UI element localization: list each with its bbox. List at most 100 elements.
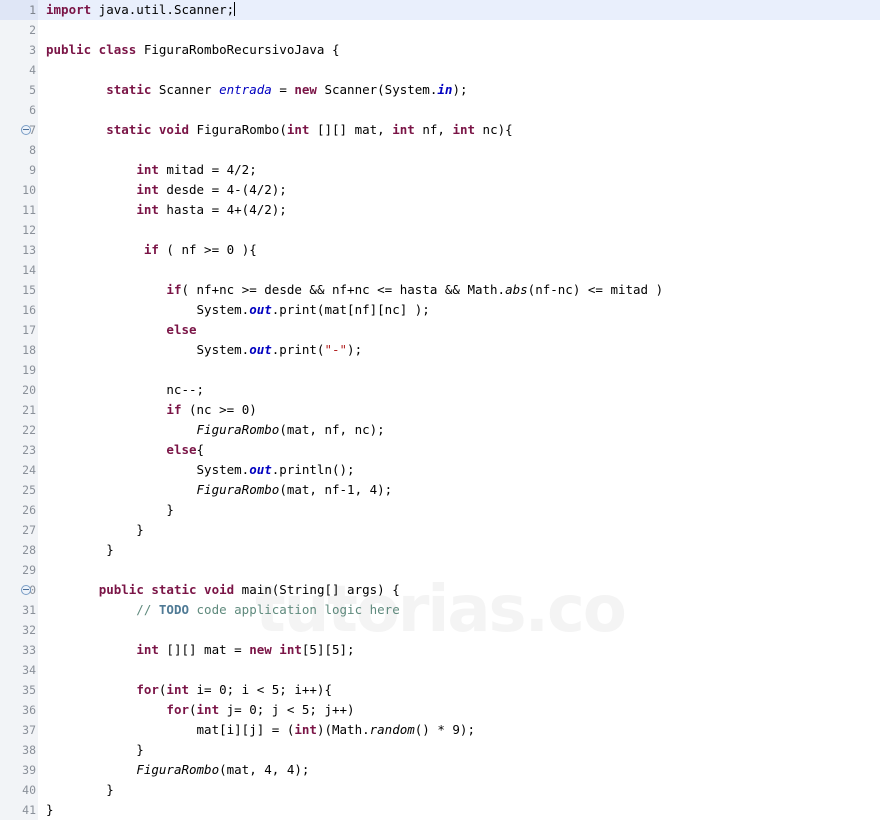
line-number: 28 bbox=[0, 540, 38, 560]
line-number: 34 bbox=[0, 660, 38, 680]
token-kw: else bbox=[166, 322, 197, 337]
code-line[interactable]: 37 mat[i][j] = (int)(Math.random() * 9); bbox=[0, 720, 880, 740]
token-stat: out bbox=[249, 462, 272, 477]
code-text: else bbox=[46, 320, 880, 340]
token-plain: FiguraRomboRecursivoJava { bbox=[136, 42, 340, 57]
line-number: 12 bbox=[0, 220, 38, 240]
collapse-minus-icon[interactable] bbox=[21, 585, 31, 595]
token-kw: import bbox=[46, 2, 92, 17]
code-line[interactable]: 16 System.out.print(mat[nf][nc] ); bbox=[0, 300, 880, 320]
line-number: 15 bbox=[0, 280, 38, 300]
code-editor[interactable]: tutorias.co 1 import java.util.Scanner; 2 3… bbox=[0, 0, 880, 820]
token-kw: public class bbox=[46, 42, 137, 57]
line-number: 36 bbox=[0, 700, 38, 720]
code-line[interactable]: 35 for(int i= 0; i < 5; i++){ bbox=[0, 680, 880, 700]
code-line[interactable]: 10 int desde = 4-(4/2); bbox=[0, 180, 880, 200]
code-line[interactable]: 8 bbox=[0, 140, 880, 160]
token-plain: mitad = 4/2; bbox=[158, 162, 257, 177]
token-plain: ( bbox=[189, 702, 197, 717]
token-mth: random bbox=[369, 722, 415, 737]
code-line[interactable]: 12 bbox=[0, 220, 880, 240]
token-plain: j= 0; j < 5; j++) bbox=[219, 702, 355, 717]
code-line[interactable]: 6 bbox=[0, 100, 880, 120]
line-number: 5 bbox=[0, 80, 38, 100]
code-text: FiguraRombo(mat, nf-1, 4); bbox=[46, 480, 880, 500]
token-plain: } bbox=[46, 522, 144, 537]
line-number: 21 bbox=[0, 400, 38, 420]
code-line[interactable]: 18 System.out.print("-"); bbox=[0, 340, 880, 360]
line-number: 19 bbox=[0, 360, 38, 380]
code-line[interactable]: 39 FiguraRombo(mat, 4, 4); bbox=[0, 760, 880, 780]
token-kw: int bbox=[392, 122, 415, 137]
code-line[interactable]: 17 else bbox=[0, 320, 880, 340]
code-text: } bbox=[46, 540, 880, 560]
token-plain: nf, bbox=[414, 122, 453, 137]
code-line[interactable]: 31 // TODO code application logic here bbox=[0, 600, 880, 620]
token-kw: new int bbox=[249, 642, 302, 657]
token-kw: int bbox=[136, 642, 159, 657]
line-number: 38 bbox=[0, 740, 38, 760]
line-number: 8 bbox=[0, 140, 38, 160]
code-line[interactable]: 29 bbox=[0, 560, 880, 580]
code-line[interactable]: 40 } bbox=[0, 780, 880, 800]
line-number: 7 bbox=[0, 120, 38, 140]
token-plain: nc){ bbox=[475, 122, 513, 137]
line-number: 3 bbox=[0, 40, 38, 60]
token-plain: ( nf+nc >= desde && nf+nc <= hasta && Ma… bbox=[181, 282, 506, 297]
token-plain: ( nf >= 0 ){ bbox=[158, 242, 257, 257]
line-number: 16 bbox=[0, 300, 38, 320]
code-line[interactable]: 38 } bbox=[0, 740, 880, 760]
token-plain: { bbox=[196, 442, 205, 457]
code-line[interactable]: 22 FiguraRombo(mat, nf, nc); bbox=[0, 420, 880, 440]
line-number: 11 bbox=[0, 200, 38, 220]
token-plain: System. bbox=[46, 342, 250, 357]
code-line[interactable]: 24 System.out.println(); bbox=[0, 460, 880, 480]
code-text: System.out.print(mat[nf][nc] ); bbox=[46, 300, 880, 320]
code-line[interactable]: 1 import java.util.Scanner; bbox=[0, 0, 880, 20]
token-plain: nc--; bbox=[46, 382, 205, 397]
code-text: } bbox=[46, 740, 880, 760]
code-line[interactable]: 4 bbox=[0, 60, 880, 80]
code-line[interactable]: 27 } bbox=[0, 520, 880, 540]
code-line[interactable]: 3 public class FiguraRomboRecursivoJava { bbox=[0, 40, 880, 60]
code-line[interactable]: 23 else{ bbox=[0, 440, 880, 460]
token-plain: System. bbox=[46, 462, 250, 477]
code-line[interactable]: 32 bbox=[0, 620, 880, 640]
code-line[interactable]: 2 bbox=[0, 20, 880, 40]
code-line[interactable]: 34 bbox=[0, 660, 880, 680]
line-number: 39 bbox=[0, 760, 38, 780]
token-kw: for bbox=[136, 682, 159, 697]
code-text: else{ bbox=[46, 440, 880, 460]
code-line[interactable]: 15 if( nf+nc >= desde && nf+nc <= hasta … bbox=[0, 280, 880, 300]
line-number: 29 bbox=[0, 560, 38, 580]
token-plain: ); bbox=[452, 82, 468, 97]
code-line[interactable]: 25 FiguraRombo(mat, nf-1, 4); bbox=[0, 480, 880, 500]
code-line[interactable]: 5 static Scanner entrada = new Scanner(S… bbox=[0, 80, 880, 100]
code-line[interactable]: 19 bbox=[0, 360, 880, 380]
code-line[interactable]: 14 bbox=[0, 260, 880, 280]
code-line[interactable]: 26 } bbox=[0, 500, 880, 520]
token-kw: int bbox=[452, 122, 476, 137]
code-line[interactable]: 11 int hasta = 4+(4/2); bbox=[0, 200, 880, 220]
code-line[interactable]: 21 if (nc >= 0) bbox=[0, 400, 880, 420]
code-line[interactable]: 28 } bbox=[0, 540, 880, 560]
code-text: mat[i][j] = (int)(Math.random() * 9); bbox=[46, 720, 880, 740]
code-text: int [][] mat = new int[5][5]; bbox=[46, 640, 880, 660]
collapse-minus-icon[interactable] bbox=[21, 125, 31, 135]
code-surface[interactable]: 1 import java.util.Scanner; 2 3 public class… bbox=[0, 0, 880, 820]
code-line[interactable]: 13 if ( nf >= 0 ){ bbox=[0, 240, 880, 260]
code-line[interactable]: 20 nc--; bbox=[0, 380, 880, 400]
code-line[interactable]: 36 for(int j= 0; j < 5; j++) bbox=[0, 700, 880, 720]
code-line[interactable]: 33 int [][] mat = new int[5][5]; bbox=[0, 640, 880, 660]
token-mth: FiguraRombo bbox=[196, 482, 280, 497]
code-text: static void FiguraRombo(int [][] mat, in… bbox=[46, 120, 880, 140]
code-line[interactable]: 9 int mitad = 4/2; bbox=[0, 160, 880, 180]
code-line[interactable]: 7 static void FiguraRombo(int [][] mat, … bbox=[0, 120, 880, 140]
token-kw: static void bbox=[106, 122, 190, 137]
code-line[interactable]: 30 public static void main(String[] args… bbox=[0, 580, 880, 600]
token-plain: FiguraRombo( bbox=[189, 122, 287, 137]
code-line[interactable]: 41} bbox=[0, 800, 880, 820]
